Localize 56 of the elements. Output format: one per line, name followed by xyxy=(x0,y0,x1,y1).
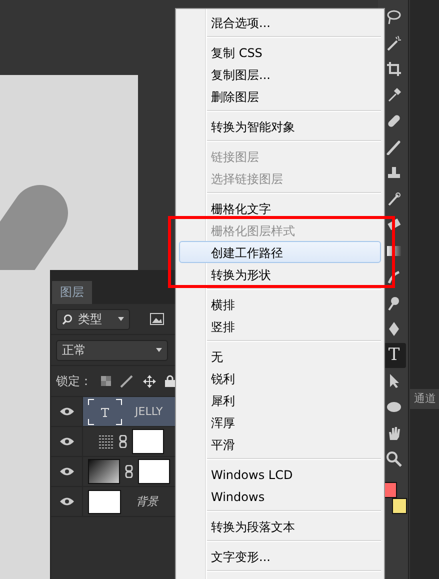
menu-item[interactable]: 复制图层... xyxy=(179,63,381,85)
stepper-icon xyxy=(118,317,124,321)
menu-item[interactable]: 栅格化文字 xyxy=(179,197,381,219)
eye-icon[interactable] xyxy=(60,497,74,506)
chain-icon xyxy=(119,435,127,448)
dodge-icon xyxy=(386,295,402,311)
ellipse-icon xyxy=(386,399,402,415)
lock-icon[interactable] xyxy=(165,375,175,387)
search-icon xyxy=(62,314,73,324)
eraser-icon xyxy=(386,217,402,233)
lasso-icon xyxy=(386,9,402,25)
stepper-icon xyxy=(156,348,162,352)
brush-icon xyxy=(386,139,402,155)
checker-icon[interactable] xyxy=(101,376,111,386)
eyedropper-icon xyxy=(386,87,402,103)
blend-mode-dropdown[interactable]: 正常 xyxy=(56,340,168,360)
chain-icon xyxy=(125,465,133,478)
smudge-icon xyxy=(386,269,402,285)
pattern-icon xyxy=(98,434,114,450)
stamp-icon xyxy=(386,165,402,181)
layers-tab[interactable]: 图层 xyxy=(52,281,92,304)
image-icon[interactable] xyxy=(150,313,164,325)
hand-icon xyxy=(386,425,402,441)
eye-icon[interactable] xyxy=(60,407,74,416)
menu-item[interactable]: Windows LCD xyxy=(179,463,381,485)
layer-name: 背景 xyxy=(136,494,158,509)
type-thumbnail-icon xyxy=(88,398,122,424)
channels-tab[interactable]: 通道 xyxy=(410,389,439,409)
move-icon[interactable] xyxy=(143,374,156,388)
menu-item[interactable]: 文字变形... xyxy=(179,545,381,567)
zoom-icon xyxy=(386,451,402,467)
menu-item[interactable]: 转换为智能对象 xyxy=(179,115,381,137)
background-color-swatch[interactable] xyxy=(392,498,407,514)
menu-item[interactable]: 平滑 xyxy=(179,433,381,455)
wand-icon xyxy=(386,35,402,51)
eye-icon[interactable] xyxy=(60,437,74,446)
lock-label: 锁定： xyxy=(56,372,92,390)
menu-item[interactable]: 混合选项... xyxy=(179,11,381,33)
menu-item[interactable]: 转换为段落文本 xyxy=(179,515,381,537)
history-icon xyxy=(386,191,402,207)
crop-icon xyxy=(386,61,402,77)
menu-item[interactable]: 无 xyxy=(179,345,381,367)
mask-thumbnail xyxy=(138,459,170,484)
gradient-thumbnail xyxy=(88,459,120,484)
filter-dropdown[interactable]: 类型 xyxy=(56,308,130,330)
menu-item[interactable]: 锐利 xyxy=(179,367,381,389)
menu-item[interactable]: 复制 CSS xyxy=(179,41,381,63)
pen-icon xyxy=(386,321,402,337)
brush-icon[interactable] xyxy=(120,374,134,388)
menu-item[interactable]: 删除图层 xyxy=(179,85,381,107)
eye-icon[interactable] xyxy=(60,467,74,476)
mask-thumbnail xyxy=(132,429,164,454)
menu-item[interactable]: 横排 xyxy=(179,293,381,315)
menu-item[interactable]: 竖排 xyxy=(179,315,381,337)
layer-name: JELLY xyxy=(135,405,163,418)
layer-thumbnail xyxy=(88,490,121,514)
